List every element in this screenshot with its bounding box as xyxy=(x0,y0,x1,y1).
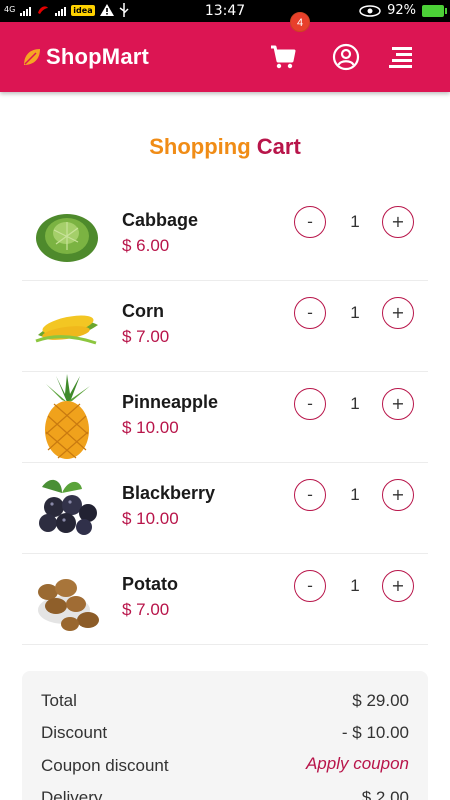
item-name: Cabbage xyxy=(122,210,199,230)
item-quantity: 1 xyxy=(350,212,360,231)
increase-qty-button[interactable]: + xyxy=(382,388,414,420)
discount-value: - $ 10.00 xyxy=(341,723,409,742)
cabbage-image xyxy=(36,214,98,262)
blackberry-image xyxy=(39,479,97,535)
page-title-part1: Shopping xyxy=(149,134,251,159)
corn-image xyxy=(35,315,98,345)
item-price: $ 6.00 xyxy=(122,236,170,255)
battery-percent: 92% xyxy=(387,3,416,18)
eye-icon xyxy=(359,4,381,17)
decrease-qty-button[interactable]: - xyxy=(294,479,326,511)
brand-logo[interactable]: ShopMart xyxy=(22,44,149,70)
item-price: $ 10.00 xyxy=(122,509,179,528)
item-quantity: 1 xyxy=(350,576,360,595)
increase-qty-button[interactable]: + xyxy=(382,297,414,329)
delivery-value: $ 2.00 xyxy=(361,788,409,800)
leaf-icon xyxy=(24,49,40,65)
total-label: Total xyxy=(41,691,77,710)
increase-qty-button[interactable]: + xyxy=(382,206,414,238)
decrease-qty-button[interactable]: - xyxy=(294,206,326,238)
brand-name: ShopMart xyxy=(46,44,150,69)
delivery-label: Delivery xyxy=(41,788,103,800)
page-title: Shopping Cart xyxy=(0,134,450,160)
status-bar: 4G idea 13:47 92% xyxy=(0,0,450,22)
item-price: $ 7.00 xyxy=(122,600,170,619)
item-name: Pinneapple xyxy=(122,392,219,412)
item-quantity: 1 xyxy=(350,303,360,322)
decrease-qty-button[interactable]: - xyxy=(294,570,326,602)
potato-image xyxy=(38,579,99,631)
cart-item: Potato $ 7.00 - 1 + xyxy=(22,554,428,645)
discount-label: Discount xyxy=(41,723,108,742)
cart-item: Blackberry $ 10.00 - 1 + xyxy=(22,463,428,554)
app-header: ShopMart xyxy=(0,22,450,92)
total-value: $ 29.00 xyxy=(352,691,409,710)
item-name: Blackberry xyxy=(122,483,216,503)
decrease-qty-button[interactable]: - xyxy=(294,297,326,329)
cart-count-badge: 4 xyxy=(290,12,310,32)
menu-icon[interactable] xyxy=(386,42,416,72)
coupon-label: Coupon discount xyxy=(41,756,169,775)
cart-item: Corn $ 7.00 - 1 + xyxy=(22,281,428,372)
apply-coupon-link[interactable]: Apply coupon xyxy=(306,754,409,774)
item-name: Corn xyxy=(122,301,164,321)
cart-item-list: Cabbage $ 6.00 - 1 + Corn $ 7.00 - 1 + P… xyxy=(22,190,428,645)
item-name: Potato xyxy=(122,574,178,594)
page-title-part2: Cart xyxy=(256,134,301,159)
item-quantity: 1 xyxy=(350,485,360,504)
cart-item: Cabbage $ 6.00 - 1 + xyxy=(22,190,428,281)
cart-icon[interactable] xyxy=(268,42,298,72)
increase-qty-button[interactable]: + xyxy=(382,570,414,602)
decrease-qty-button[interactable]: - xyxy=(294,388,326,420)
user-icon[interactable] xyxy=(331,42,361,72)
status-right: 92% xyxy=(359,3,447,18)
increase-qty-button[interactable]: + xyxy=(382,479,414,511)
pineapple-image xyxy=(45,374,90,459)
cart-item: Pinneapple $ 10.00 - 1 + xyxy=(22,372,428,463)
order-summary: Total $ 29.00 Discount - $ 10.00 Coupon … xyxy=(22,671,428,800)
item-quantity: 1 xyxy=(350,394,360,413)
battery-icon xyxy=(422,4,447,17)
item-price: $ 10.00 xyxy=(122,418,179,437)
item-price: $ 7.00 xyxy=(122,327,170,346)
